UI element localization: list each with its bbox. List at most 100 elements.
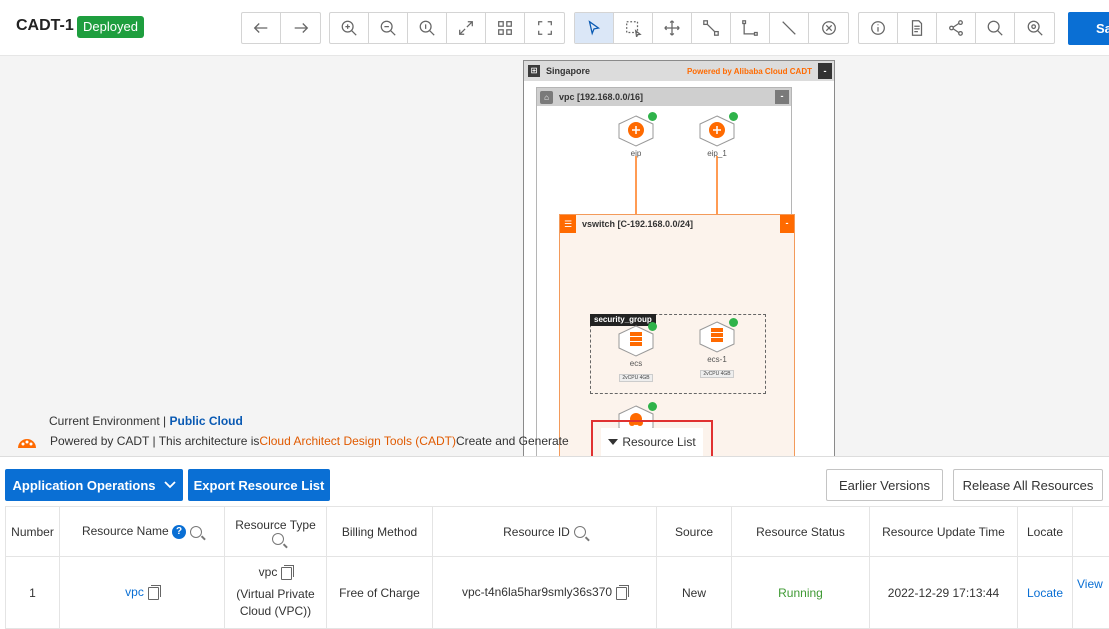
cell-locate: Locate [1017,556,1073,629]
info-icon [871,21,885,35]
copy-icon[interactable] [616,584,630,600]
search-icon[interactable] [190,525,203,538]
actual-size-icon [419,20,435,36]
help-icon[interactable]: ? [172,524,187,539]
select-area-button[interactable] [614,13,653,43]
pointer-button[interactable] [575,13,614,43]
resource-panel: Application Operations Export Resource L… [0,456,1109,629]
region-singapore[interactable]: ⊞ Singapore Powered by Alibaba Cloud CAD… [523,60,835,456]
earlier-versions-button[interactable]: Earlier Versions [826,469,943,501]
save-button[interactable]: Save [1068,12,1109,45]
node-label: ecs-1 [707,355,727,364]
cell-update-time: 2022-12-29 17:13:44 [869,556,1018,629]
column-header-source: Source [656,506,732,557]
app-title: CADT-1 [16,17,74,34]
elbow-line-icon [742,20,758,36]
status-check-icon [648,402,657,411]
resource-id-text: vpc-t4n6la5har9smly36s370 [461,585,613,600]
info-button[interactable] [859,13,898,43]
column-header-resource-id: Resource ID [432,506,657,557]
search-icon[interactable] [573,526,586,539]
move-icon [664,20,680,36]
vpc-icon: ⌂ [540,90,553,104]
view-link[interactable]: View [1077,577,1103,591]
locate-button[interactable] [1015,13,1054,43]
share-button[interactable] [937,13,976,43]
delete-button[interactable] [809,13,848,43]
eip-icon [698,112,738,148]
ecs-node[interactable]: ecs 2vCPU 4GB [616,322,657,382]
column-header-resource-name: Resource Name ? [59,506,225,557]
column-header-number: Number [5,506,60,557]
move-button[interactable] [653,13,692,43]
straight-line-button[interactable] [770,13,809,43]
resource-name-link[interactable]: vpc [125,585,144,599]
diagram-canvas[interactable]: ⊞ Singapore Powered by Alibaba Cloud CAD… [0,56,1109,456]
elbow-line-button[interactable] [731,13,770,43]
select-area-icon [626,21,642,37]
grid-button[interactable] [486,13,525,43]
cadt-link[interactable]: Cloud Architect Design Tools (CADT) [259,434,456,448]
search-icon [987,20,1003,36]
zoom-out-button[interactable] [369,13,408,43]
powered-by-footer: Powered by CADT | This architecture is Cl… [16,433,569,449]
zoom-in-icon [341,20,357,36]
fit-button[interactable] [447,13,486,43]
document-icon [911,20,923,36]
application-operations-button[interactable]: Application Operations [5,469,183,501]
zoom-out-icon [380,20,396,36]
history-group [241,12,321,44]
redo-button[interactable] [281,13,320,43]
cell-billing-method: Free of Charge [326,556,433,629]
collapse-region-button[interactable]: - [818,63,832,79]
powered-suffix: Create and Generate [455,434,569,448]
cell-actions: View [1072,556,1109,629]
region-icon: ⊞ [528,65,540,77]
region-header: ⊞ Singapore Powered by Alibaba Cloud CAD… [524,61,834,81]
vpc-label: vpc [192.168.0.0/16] [559,92,644,102]
copy-icon[interactable] [281,564,295,580]
resource-list-label: Resource List [622,435,696,449]
ecs-1-node[interactable]: ecs-1 2vCPU 4GB [697,318,738,378]
connect-button[interactable] [692,13,731,43]
table-header-row: Number Resource Name ? Resource Type Bil… [5,506,1109,557]
collapse-vswitch-button[interactable]: - [780,215,794,233]
undo-button[interactable] [242,13,281,43]
actual-size-button[interactable] [408,13,447,43]
document-button[interactable] [898,13,937,43]
region-name: Singapore [546,66,591,76]
release-all-resources-button[interactable]: Release All Resources [953,469,1103,501]
status-badge: Deployed [77,16,144,38]
vpc-container[interactable]: ⌂ vpc [192.168.0.0/16] - eip eip_1 ☰ vsw… [536,87,795,456]
collapse-vpc-button[interactable]: - [775,90,789,104]
application-operations-label: Application Operations [12,477,156,493]
powered-by-label: Powered by Alibaba Cloud CADT [686,66,812,76]
column-header-actions [1072,506,1109,557]
cell-number: 1 [5,556,60,629]
ecs-icon [617,322,657,358]
eip-1-node[interactable]: eip_1 [697,112,738,158]
search-icon[interactable] [271,533,284,546]
column-header-resource-status: Resource Status [731,506,870,557]
environment-label: Current Environment | [49,414,170,428]
column-header-locate: Locate [1017,506,1073,557]
search-button[interactable] [976,13,1015,43]
cadt-logo-icon [18,439,36,448]
copy-icon[interactable] [147,584,161,600]
node-label: ecs [629,359,643,368]
grid-icon [498,21,512,35]
resource-table: Number Resource Name ? Resource Type Bil… [5,506,1109,629]
table-row: 1 vpc vpc (Virtual Private Cloud (VPC)) F… [5,556,1109,629]
locate-link[interactable]: Locate [1027,586,1063,600]
column-header-resource-type: Resource Type [224,506,327,557]
status-check-icon [729,112,738,121]
locate-icon [1027,20,1043,36]
resource-list-toggle[interactable]: Resource List [601,428,703,456]
spec-badge: 2vCPU 4GB [619,374,653,382]
cell-resource-status: Running [731,556,870,629]
eip-node[interactable]: eip [616,112,657,158]
export-resource-list-button[interactable]: Export Resource List [188,469,330,501]
fullscreen-button[interactable] [525,13,564,43]
zoom-in-button[interactable] [330,13,369,43]
cell-resource-id: vpc-t4n6la5har9smly36s370 [432,556,657,629]
